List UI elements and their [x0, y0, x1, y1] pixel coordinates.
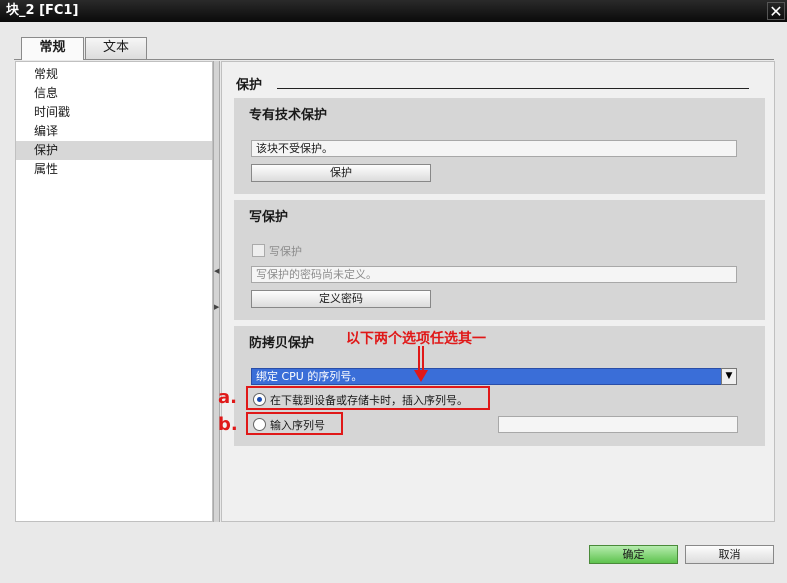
protect-button[interactable]: 保护 — [251, 164, 431, 182]
tab-divider — [14, 59, 774, 60]
nav-item-compile[interactable]: 编译 — [16, 122, 212, 141]
define-password-button[interactable]: 定义密码 — [251, 290, 431, 308]
window-titlebar: 块_2 [FC1] ✕ — [0, 0, 787, 22]
dropdown-value: 绑定 CPU 的序列号。 — [256, 370, 363, 383]
write-protect-title: 写保护 — [249, 210, 289, 225]
annotation-a: a. — [218, 387, 237, 408]
content-area: 保护 专有技术保护 该块不受保护。 保护 写保护 写保护 写保护的密码尚未定义。… — [221, 61, 775, 522]
write-protect-status-field: 写保护的密码尚未定义。 — [251, 266, 737, 283]
splitter[interactable]: ◀ ▶ — [213, 61, 220, 522]
nav-tree: 常规 信息 时间戳 编译 保护 属性 — [15, 61, 213, 522]
cancel-button[interactable]: 取消 — [685, 545, 774, 564]
copy-protect-dropdown[interactable]: 绑定 CPU 的序列号。 ▼ — [251, 368, 737, 385]
page-title: 保护 — [236, 78, 263, 93]
write-protect-panel: 写保护 写保护 写保护的密码尚未定义。 定义密码 — [234, 200, 765, 320]
nav-item-timestamp[interactable]: 时间戳 — [16, 103, 212, 122]
tab-text[interactable]: 文本 — [85, 37, 147, 59]
write-protect-checkbox[interactable] — [252, 244, 265, 257]
expand-right-icon[interactable]: ▶ — [214, 303, 219, 311]
title-rule — [277, 88, 749, 89]
nav-item-info[interactable]: 信息 — [16, 84, 212, 103]
write-protect-checkbox-label: 写保护 — [269, 245, 302, 258]
nav-item-general[interactable]: 常规 — [16, 65, 212, 84]
serial-number-input[interactable] — [498, 416, 738, 433]
nav-item-attributes[interactable]: 属性 — [16, 160, 212, 179]
chevron-down-icon[interactable]: ▼ — [721, 368, 737, 385]
annotation-arrow-icon — [414, 346, 428, 382]
highlight-option-b — [246, 412, 343, 435]
highlight-option-a — [246, 386, 490, 410]
nav-item-protection[interactable]: 保护 — [16, 141, 212, 160]
annotation-note: 以下两个选项任选其一 — [346, 331, 486, 347]
window-title: 块_2 [FC1] — [6, 3, 79, 18]
copy-protect-title: 防拷贝保护 — [249, 336, 315, 351]
know-how-status-field: 该块不受保护。 — [251, 140, 737, 157]
know-how-panel: 专有技术保护 该块不受保护。 保护 — [234, 98, 765, 194]
know-how-title: 专有技术保护 — [249, 108, 328, 123]
collapse-left-icon[interactable]: ◀ — [214, 267, 219, 275]
tab-general[interactable]: 常规 — [21, 37, 84, 60]
annotation-b: b. — [218, 414, 238, 435]
close-icon[interactable]: ✕ — [767, 2, 785, 21]
ok-button[interactable]: 确定 — [589, 545, 678, 564]
dialog-frame: 常规 文本 常规 信息 时间戳 编译 保护 属性 ◀ ▶ 保护 专有技术保护 该… — [0, 22, 787, 583]
